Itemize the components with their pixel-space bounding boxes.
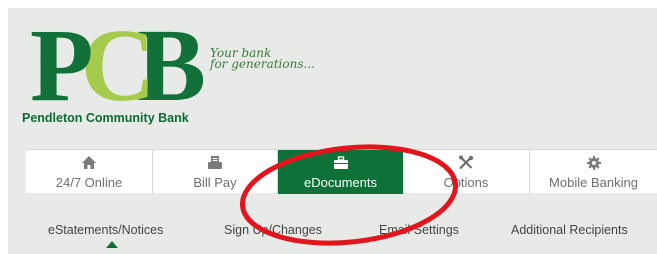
- tools-icon: [458, 155, 474, 171]
- tab-label: eDocuments: [304, 174, 377, 190]
- tab-24-7-online[interactable]: 24/7 Online: [26, 150, 153, 194]
- subnav-item-additional-recipients[interactable]: Additional Recipients: [511, 223, 628, 237]
- logo-letter-c: C: [80, 8, 156, 123]
- tab-label: Options: [443, 174, 489, 190]
- subnav-item-estatements[interactable]: eStatements/Notices: [48, 223, 163, 237]
- briefcase-icon: [333, 155, 349, 171]
- active-indicator-caret: [106, 241, 118, 248]
- home-icon: [81, 155, 97, 171]
- tab-label: Bill Pay: [193, 174, 237, 190]
- bill-pay-icon: [207, 155, 223, 171]
- tab-label: 24/7 Online: [55, 174, 123, 190]
- main-nav: 24/7 Online Bill Pay eDocuments Options …: [26, 149, 657, 194]
- logo[interactable]: PCB: [30, 14, 206, 118]
- subnav-item-email-settings[interactable]: Email Settings: [379, 223, 459, 237]
- tab-edocuments[interactable]: eDocuments: [278, 150, 403, 194]
- tab-bill-pay[interactable]: Bill Pay: [153, 150, 278, 194]
- page: PCB Your bank for generations... Pendlet…: [0, 0, 657, 254]
- sub-nav: eStatements/Notices Sign Up/Changes Emai…: [26, 215, 657, 248]
- tab-label: Mobile Banking: [549, 174, 638, 190]
- tab-options[interactable]: Options: [403, 150, 530, 194]
- tab-mobile-banking[interactable]: Mobile Banking: [530, 150, 657, 194]
- tagline-line-2: for generations...: [210, 57, 315, 71]
- gear-icon: [586, 155, 602, 171]
- logo-letter-p: P: [30, 8, 93, 123]
- tagline: Your bank for generations...: [210, 47, 315, 71]
- subnav-item-sign-up-changes[interactable]: Sign Up/Changes: [224, 223, 322, 237]
